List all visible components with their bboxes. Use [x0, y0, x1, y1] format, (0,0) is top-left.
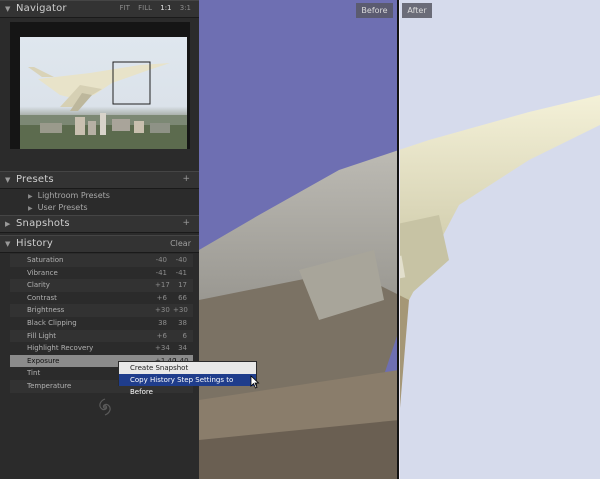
- snapshots-panel-header[interactable]: ▶ Snapshots +: [0, 215, 199, 233]
- zoom-option-1-1[interactable]: 1:1: [160, 4, 171, 12]
- zoom-options: FIT FILL 1:1 3:1: [114, 4, 192, 12]
- snapshots-title: Snapshots: [16, 218, 70, 229]
- presets-title: Presets: [16, 174, 54, 185]
- create-snapshot-menu-item[interactable]: Create Snapshot: [119, 362, 256, 374]
- arrow-cursor-icon: [250, 375, 260, 389]
- history-step[interactable]: Contrast +6 66: [10, 292, 193, 305]
- history-step[interactable]: Fill Light +6 6: [10, 329, 193, 343]
- zoom-option-fill[interactable]: FILL: [138, 4, 152, 12]
- disclosure-triangle-icon: ▼: [5, 176, 11, 184]
- history-title: History: [16, 238, 53, 249]
- history-step[interactable]: Clarity +17 17: [10, 279, 193, 292]
- clear-history-button[interactable]: Clear: [170, 239, 191, 248]
- copy-history-step-to-before-menu-item[interactable]: Copy History Step Settings to Before: [119, 374, 256, 396]
- zoom-option-3-1[interactable]: 3:1: [180, 4, 191, 12]
- navigator-title: Navigator: [16, 3, 67, 14]
- navigator-panel-header[interactable]: ▼ Navigator FIT FILL 1:1 3:1: [0, 0, 199, 18]
- left-panel: ▼ Navigator FIT FILL 1:1 3:1 ▼ Presets +…: [0, 0, 199, 479]
- zoom-option-fit[interactable]: FIT: [120, 4, 130, 12]
- navigator-thumbnail-art: [20, 61, 187, 149]
- history-step[interactable]: Highlight Recovery +34 34: [10, 342, 193, 355]
- before-label: Before: [356, 3, 393, 18]
- preset-folder-user[interactable]: ▶ User Presets: [28, 203, 88, 212]
- before-after-divider: [397, 0, 399, 479]
- disclosure-triangle-icon: ▶: [28, 205, 33, 212]
- preset-folder-label: User Presets: [37, 203, 88, 212]
- disclosure-triangle-icon: ▼: [5, 5, 11, 13]
- navigator-preview-image[interactable]: [20, 37, 187, 149]
- before-after-image-view[interactable]: Before After: [199, 0, 600, 479]
- aircraft-photo: [199, 0, 600, 479]
- panel-end-ornament-icon: [99, 398, 111, 416]
- history-context-menu: Create Snapshot Copy History Step Settin…: [118, 361, 257, 396]
- history-step[interactable]: Brightness +30 +30: [10, 304, 193, 317]
- disclosure-triangle-icon: ▼: [5, 240, 11, 248]
- disclosure-triangle-icon: ▶: [28, 193, 33, 200]
- history-panel-header[interactable]: ▼ History Clear: [0, 235, 199, 253]
- after-label: After: [402, 3, 432, 18]
- add-preset-plus-icon[interactable]: +: [182, 174, 190, 184]
- presets-panel-header[interactable]: ▼ Presets +: [0, 171, 199, 189]
- history-step[interactable]: Vibrance -41 -41: [10, 267, 193, 280]
- history-step[interactable]: Black Clipping 38 38: [10, 317, 193, 330]
- history-step[interactable]: Saturation -40 -40: [10, 254, 193, 267]
- preset-folder-label: Lightroom Presets: [37, 191, 110, 200]
- disclosure-triangle-icon: ▶: [5, 220, 11, 228]
- preset-folder-lightroom[interactable]: ▶ Lightroom Presets: [28, 191, 110, 200]
- add-snapshot-plus-icon[interactable]: +: [182, 218, 190, 228]
